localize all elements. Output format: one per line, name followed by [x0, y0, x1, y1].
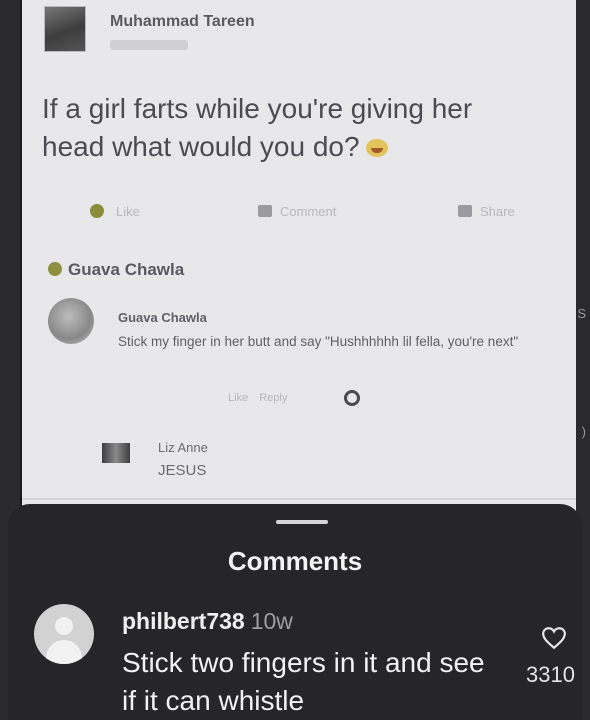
divider — [22, 498, 576, 500]
reaction-name: Guava Chawla — [68, 260, 185, 279]
commenter-avatar — [48, 298, 94, 344]
post-meta — [110, 40, 188, 50]
heart-icon[interactable] — [541, 626, 567, 650]
comments-sheet: Comments philbert738 10w Stick two finger… — [8, 504, 582, 720]
share-action: Share — [458, 204, 515, 219]
reaction-icon — [344, 390, 360, 406]
facebook-post-screenshot: Muhammad Tareen If a girl farts while yo… — [22, 0, 576, 520]
like-count: 3310 — [526, 662, 575, 687]
comment-meta: Like Reply — [228, 392, 288, 404]
reply-text: JESUS — [158, 462, 207, 479]
edge-glyph: ) — [581, 424, 586, 439]
post-author: Muhammad Tareen — [110, 13, 255, 30]
comment-header: philbert738 10w — [122, 608, 293, 635]
post-text-content: If a girl farts while you're giving her … — [42, 93, 473, 162]
comment-text: Stick my finger in her butt and say "Hus… — [118, 334, 519, 349]
user-avatar[interactable] — [34, 604, 94, 664]
post-text: If a girl farts while you're giving her … — [42, 90, 542, 166]
share-icon — [458, 205, 472, 217]
like-reaction-icon — [48, 262, 62, 276]
sheet-title: Comments — [227, 546, 363, 576]
comment-author: Guava Chawla — [118, 310, 207, 325]
comment-icon — [258, 205, 272, 217]
reaction-row: Guava Chawla — [48, 260, 184, 280]
like-icon — [90, 204, 104, 218]
comment-text: Stick two fingers in it and see if it ca… — [122, 647, 485, 716]
like-action: Like — [90, 204, 140, 219]
laughing-emoji-icon — [365, 139, 388, 157]
sheet-drag-handle[interactable] — [276, 520, 328, 524]
comment-time: 10w — [250, 608, 293, 634]
author-avatar — [44, 6, 86, 52]
comment-username[interactable]: philbert738 — [122, 608, 245, 634]
edge-glyph: S — [577, 306, 586, 321]
reply-author: Liz Anne — [158, 440, 208, 455]
reply-avatar — [102, 443, 130, 463]
comment-action: Comment — [258, 204, 336, 219]
post-actions: Like Comment Share — [22, 202, 576, 228]
